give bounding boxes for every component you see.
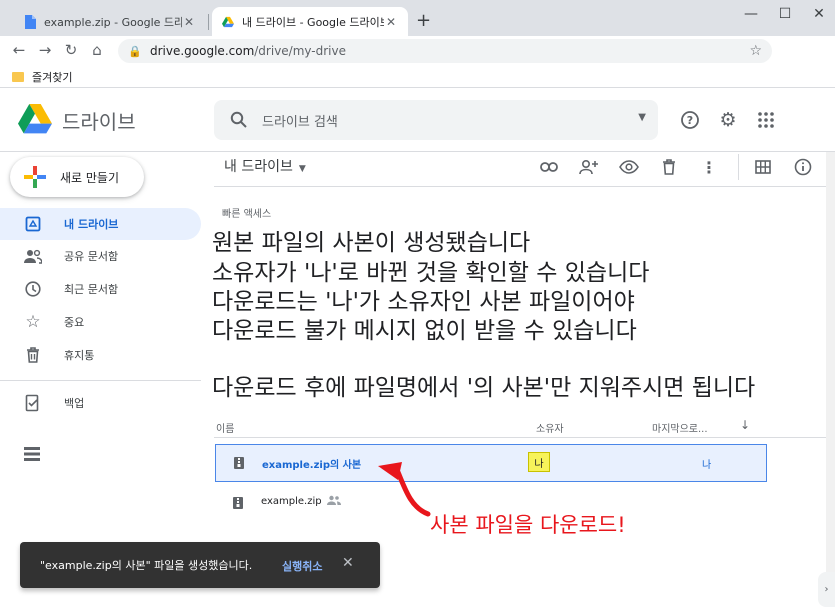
drive-icon (24, 215, 42, 233)
new-tab-button[interactable]: + (416, 10, 431, 31)
search-placeholder: 드라이브 검색 (262, 114, 338, 130)
tab-separator (208, 14, 209, 30)
browser-tab-my-drive[interactable]: 내 드라이브 - Google 드라이브 ✕ (212, 7, 408, 36)
backup-icon (24, 394, 42, 412)
address-bar[interactable]: 🔒 drive.google.com/drive/my-drive ☆ (118, 39, 772, 63)
sidebar-item-label: 공유 문서함 (64, 250, 119, 263)
grid-view-icon[interactable] (752, 156, 774, 178)
toolbar-separator (738, 154, 739, 180)
drive-logo-icon[interactable] (18, 104, 52, 134)
breadcrumb[interactable]: 내 드라이브 ▼ (224, 156, 306, 176)
snackbar-toast: "example.zip의 사본" 파일을 생성했습니다. 실행취소 ✕ (20, 542, 380, 588)
close-window-icon[interactable]: ✕ (802, 2, 835, 26)
sidebar-item-label: 중요 (64, 316, 85, 329)
side-panel-chevron-icon[interactable]: › (818, 572, 835, 607)
svg-text:?: ? (687, 114, 693, 127)
sidebar-item-label: 내 드라이브 (64, 218, 119, 231)
sort-arrow-icon[interactable]: ↓ (740, 418, 750, 432)
storage-stack-icon[interactable] (24, 446, 40, 465)
browser-tab-example-zip[interactable]: example.zip - Google 드라이브 ✕ (14, 7, 206, 36)
new-button[interactable]: 새로 만들기 (10, 157, 144, 197)
url-path: /drive/my-drive (254, 44, 346, 58)
drive-favicon-icon (222, 16, 234, 27)
sidebar-item-backup[interactable]: 백업 (0, 387, 201, 419)
help-icon[interactable]: ? (678, 108, 702, 132)
sidebar-item-label: 최근 문서함 (64, 283, 119, 296)
close-icon[interactable]: ✕ (342, 555, 354, 571)
main-divider (214, 186, 835, 187)
people-icon (24, 247, 42, 265)
sidebar-item-label: 백업 (64, 397, 85, 410)
shared-people-icon (327, 495, 341, 508)
column-header-owner[interactable]: 소유자 (536, 420, 564, 435)
zip-file-icon (234, 457, 244, 469)
page-title: 내 드라이브 (224, 159, 293, 175)
quick-access-heading: 빠른 액세스 (222, 209, 272, 220)
drive-search-input[interactable]: 드라이브 검색 ▼ (214, 100, 658, 140)
chevron-down-icon: ▼ (298, 164, 306, 174)
sidebar-divider (0, 380, 201, 381)
reload-icon[interactable]: ↻ (60, 39, 82, 61)
tab-title: example.zip - Google 드라이브 (44, 15, 182, 29)
toast-message: "example.zip의 사본" 파일을 생성했습니다. (40, 559, 253, 572)
apps-grid-icon[interactable] (754, 108, 778, 132)
colorful-plus-icon (24, 166, 46, 188)
sidebar-item-shared[interactable]: 공유 문서함 (0, 240, 201, 272)
header-divider (214, 437, 835, 438)
sidebar-item-starred[interactable]: ☆ 중요 (0, 306, 201, 338)
new-button-label: 새로 만들기 (60, 170, 120, 185)
lock-icon: 🔒 (128, 44, 142, 58)
search-icon (230, 111, 247, 128)
column-header-name[interactable]: 이름 (216, 420, 234, 435)
maximize-icon[interactable]: ☐ (768, 2, 802, 26)
modified-by: 나 (702, 460, 712, 471)
zip-file-icon (233, 497, 243, 509)
add-person-icon[interactable] (578, 156, 600, 178)
sidebar-item-label: 휴지통 (64, 349, 95, 362)
annotation-line-3: 다운로드는 '나'가 소유자인 사본 파일이어야 (212, 289, 635, 315)
bookmark-folder-label[interactable]: 즐겨찾기 (32, 69, 72, 85)
info-icon[interactable] (792, 156, 814, 178)
link-icon[interactable] (538, 156, 560, 178)
clock-icon (24, 280, 42, 298)
trash-icon (24, 346, 42, 364)
search-options-icon[interactable]: ▼ (638, 112, 646, 123)
home-icon[interactable]: ⌂ (86, 39, 108, 61)
tab-close-icon[interactable]: ✕ (384, 15, 398, 29)
forward-arrow-icon[interactable]: → (34, 39, 56, 61)
annotation-line-4: 다운로드 불가 메시지 없이 받을 수 있습니다 (212, 318, 637, 344)
settings-gear-icon[interactable]: ⚙ (716, 108, 740, 132)
minimize-icon[interactable]: — (734, 2, 768, 26)
file-name: example.zip의 사본 (262, 460, 362, 471)
red-annotation-label: 사본 파일을 다운로드! (430, 513, 626, 537)
vertical-scrollbar[interactable] (826, 152, 835, 607)
tab-close-icon[interactable]: ✕ (182, 15, 196, 29)
annotation-line-2: 소유자가 '나'로 바뀐 것을 확인할 수 있습니다 (212, 260, 650, 286)
owner-badge: 나 (528, 452, 550, 472)
table-row[interactable]: example.zip의 사본 나 나 (215, 444, 767, 482)
drive-brand[interactable]: 드라이브 (62, 106, 136, 135)
sidebar-item-my-drive[interactable]: 내 드라이브 (0, 208, 201, 240)
eye-preview-icon[interactable] (618, 156, 640, 178)
undo-button[interactable]: 실행취소 (282, 558, 322, 574)
tab-title: 내 드라이브 - Google 드라이브 (242, 15, 384, 29)
file-name: example.zip (261, 496, 322, 507)
sidebar-item-trash[interactable]: 휴지통 (0, 339, 201, 371)
bookmarks-bar: 즐겨찾기 (0, 66, 835, 88)
drive-header: 드라이브 드라이브 검색 ▼ ? ⚙ (0, 88, 835, 152)
browser-tabstrip: example.zip - Google 드라이브 ✕ 내 드라이브 - Goo… (0, 0, 835, 36)
more-vert-icon[interactable]: ⋮ (698, 156, 720, 178)
column-header-modified[interactable]: 마지막으로... (652, 420, 708, 435)
folder-icon (12, 71, 24, 82)
document-favicon-icon (25, 14, 36, 29)
browser-toolbar: ← → ↻ ⌂ 🔒 drive.google.com/drive/my-driv… (0, 36, 835, 66)
back-arrow-icon[interactable]: ← (8, 39, 30, 61)
bookmark-star-icon[interactable]: ☆ (749, 43, 762, 59)
annotation-line-5: 다운로드 후에 파일명에서 '의 사본'만 지워주시면 됩니다 (212, 375, 756, 401)
trash-icon[interactable] (658, 156, 680, 178)
sidebar-item-recent[interactable]: 최근 문서함 (0, 273, 201, 305)
star-icon: ☆ (25, 312, 41, 332)
url-host: drive.google.com (150, 44, 255, 58)
annotation-line-1: 원본 파일의 사본이 생성됐습니다 (212, 230, 531, 256)
